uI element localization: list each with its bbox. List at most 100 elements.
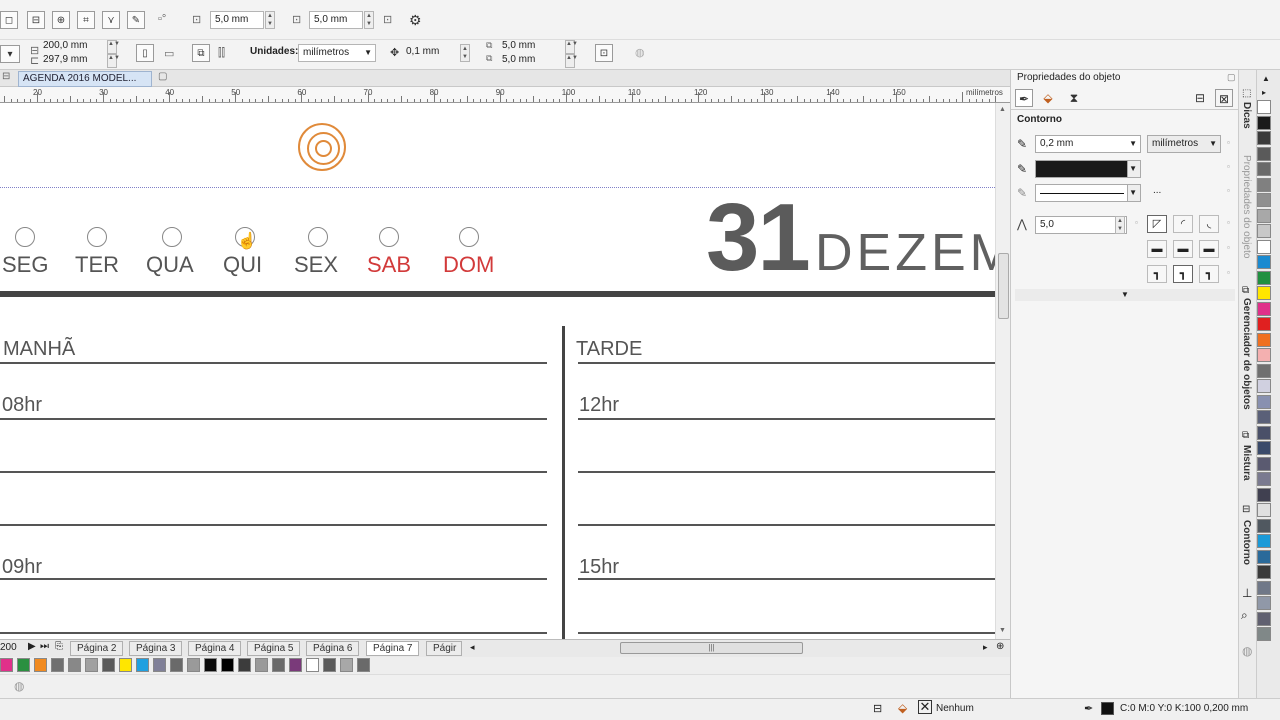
header-rule[interactable]	[0, 291, 995, 297]
color-swatch[interactable]	[1257, 410, 1271, 424]
row-line[interactable]	[0, 471, 547, 473]
units-select[interactable]: milímetros ▼	[298, 44, 376, 62]
color-swatch[interactable]	[1257, 348, 1271, 362]
day-label[interactable]: SEG	[2, 252, 48, 278]
day-label[interactable]: DOM	[443, 252, 494, 278]
color-swatch[interactable]	[1257, 177, 1271, 192]
color-swatch[interactable]	[323, 658, 336, 672]
palette-up-icon[interactable]: ▲	[1262, 74, 1270, 83]
scroll-right-icon[interactable]: ▸	[983, 642, 988, 653]
day-label[interactable]: QUA	[146, 252, 194, 278]
row-line[interactable]	[0, 362, 547, 364]
align-icon[interactable]: ⊟	[27, 11, 45, 29]
corner-bevel-button[interactable]: ◟	[1199, 215, 1219, 233]
day-label[interactable]: SAB	[367, 252, 411, 278]
tab-contorno[interactable]: Contorno	[1241, 520, 1252, 565]
color-swatch[interactable]	[1257, 100, 1271, 114]
afternoon-label[interactable]: TARDE	[576, 338, 642, 361]
page-tab[interactable]: Página 2	[70, 641, 124, 656]
dup-y-spinner[interactable]: ▲▼	[565, 54, 578, 68]
color-swatch[interactable]	[136, 658, 149, 672]
nudge-x-spinner[interactable]: ▲ ▼	[265, 11, 275, 29]
more-button[interactable]: ...	[1153, 185, 1161, 196]
day-label[interactable]: SEX	[294, 252, 338, 278]
frame-icon[interactable]: ⊟	[1191, 89, 1209, 107]
lock-ratio-icon[interactable]: ⊡	[383, 13, 392, 26]
page-tab[interactable]: Página 5	[247, 641, 301, 656]
cap-round-button[interactable]: ▬	[1173, 240, 1193, 258]
color-swatch[interactable]	[1257, 627, 1271, 641]
morning-label[interactable]: MANHÃ	[3, 338, 75, 361]
palette-options-icon[interactable]: ◍	[14, 679, 24, 693]
drawing-canvas[interactable]: SEG TER QUA QUI SEX SAB DOM 31 DEZEM MAN…	[0, 103, 995, 639]
line-style-select[interactable]	[1035, 184, 1141, 202]
current-page-icon[interactable]: ⫿⫿	[218, 47, 225, 60]
settings-gear-icon[interactable]: ⚙	[409, 12, 422, 29]
option-icon[interactable]: ▫	[1227, 268, 1230, 277]
outline-units-select[interactable]: milímetros ▼	[1147, 135, 1221, 153]
color-dropdown[interactable]: ▼	[1127, 160, 1141, 178]
summary-icon[interactable]: ⊠	[1215, 89, 1233, 107]
option-icon[interactable]: ▫	[1227, 186, 1230, 195]
horizontal-scroll-thumb[interactable]: |||	[620, 642, 803, 654]
color-swatch[interactable]	[1257, 503, 1271, 517]
color-swatch[interactable]	[1257, 270, 1271, 285]
color-swatch[interactable]	[1257, 580, 1271, 595]
color-swatch[interactable]	[204, 658, 217, 672]
color-swatch[interactable]	[170, 658, 183, 672]
corner-round-button[interactable]: ◜	[1173, 215, 1193, 233]
object-manager-icon[interactable]: ⧉	[1242, 285, 1249, 296]
tab-scroll-icon[interactable]: ⊟	[2, 71, 10, 82]
date-number[interactable]: 31	[706, 183, 811, 293]
row-line[interactable]	[578, 524, 995, 526]
scroll-left-icon[interactable]: ◂	[470, 642, 475, 653]
color-swatch[interactable]	[255, 658, 268, 672]
corner-miter-button[interactable]: ◸	[1147, 215, 1167, 233]
color-swatch[interactable]	[1257, 534, 1271, 548]
color-swatch[interactable]	[1257, 363, 1271, 378]
scroll-up-icon[interactable]: ▲	[999, 106, 1006, 113]
outline-width-select[interactable]: 0,2 mm ▼	[1035, 135, 1141, 153]
color-swatch[interactable]	[85, 658, 98, 672]
miter-field[interactable]: 5,0	[1035, 216, 1127, 234]
tab-properties[interactable]: Propriedades do objeto	[1241, 155, 1252, 258]
expand-section[interactable]: ▼	[1015, 289, 1235, 301]
row-line[interactable]	[578, 578, 995, 580]
day-label[interactable]: QUI	[223, 252, 262, 278]
color-swatch[interactable]	[1257, 441, 1271, 455]
color-swatch[interactable]	[1257, 425, 1271, 440]
color-swatch[interactable]	[1257, 565, 1271, 579]
color-swatch[interactable]	[1257, 518, 1271, 533]
day-circle[interactable]	[308, 227, 328, 247]
last-page-icon[interactable]: ⏭	[40, 641, 49, 652]
row-line[interactable]	[578, 362, 995, 364]
hour-label[interactable]: 12hr	[579, 394, 619, 417]
color-swatch[interactable]	[1257, 115, 1271, 130]
color-swatch[interactable]	[1257, 456, 1271, 471]
color-swatch[interactable]	[1257, 146, 1271, 161]
nudge-field[interactable]: 0,1 mm	[406, 46, 439, 57]
nudge-x-field[interactable]: 5,0 mm	[210, 11, 264, 29]
day-circle[interactable]	[459, 227, 479, 247]
color-swatch[interactable]	[1257, 208, 1271, 223]
option-icon[interactable]: ▫	[1227, 162, 1230, 171]
palette-menu-icon[interactable]: ▸	[1262, 88, 1266, 97]
search-icon[interactable]: ⌕	[1241, 608, 1248, 623]
hour-label[interactable]: 08hr	[2, 394, 42, 417]
color-swatch[interactable]	[68, 658, 81, 672]
month-name[interactable]: DEZEM	[815, 223, 995, 283]
nudge-y-spinner[interactable]: ▲ ▼	[364, 11, 374, 29]
page-icon[interactable]: ◻	[0, 11, 18, 29]
color-swatch[interactable]	[1257, 487, 1271, 502]
color-swatch[interactable]	[1257, 379, 1271, 393]
tab-dicas[interactable]: Dicas	[1241, 102, 1252, 129]
outline-color-swatch[interactable]	[1101, 702, 1114, 715]
vertical-scroll-thumb[interactable]	[998, 253, 1009, 319]
no-fill-swatch[interactable]: ✕	[918, 700, 932, 714]
expand-icon[interactable]: ⊥	[1242, 586, 1252, 600]
color-swatch[interactable]	[221, 658, 234, 672]
page-height-spinner[interactable]: ▲▼	[107, 54, 120, 68]
color-swatch[interactable]	[1257, 162, 1271, 176]
day-circle[interactable]	[15, 227, 35, 247]
color-swatch[interactable]	[357, 658, 370, 672]
